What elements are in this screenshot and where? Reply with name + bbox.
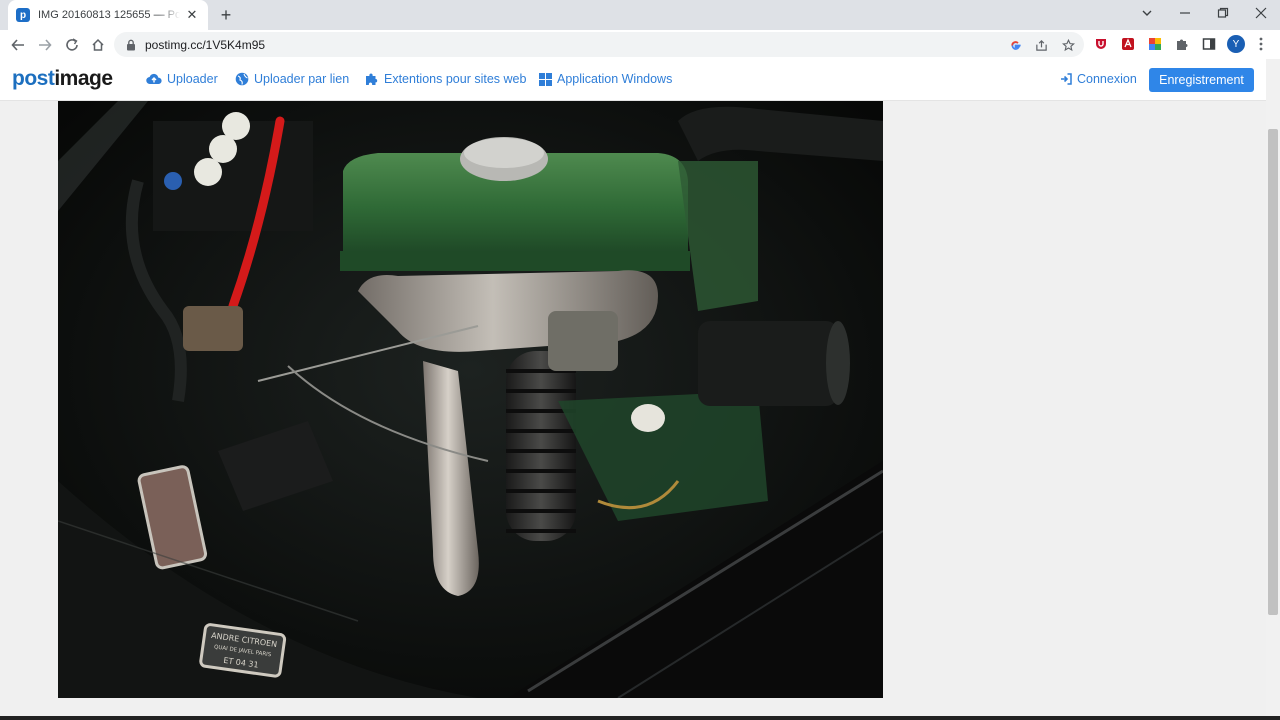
colorful-extension-icon[interactable] xyxy=(1145,34,1165,54)
new-tab-icon[interactable]: + xyxy=(216,5,236,25)
login-link[interactable]: Connexion xyxy=(1060,72,1137,86)
globe-icon xyxy=(235,72,249,86)
tab-strip: p IMG 20160813 125655 — Postimages ✕ + xyxy=(0,0,1280,30)
page-scrollbar[interactable] xyxy=(1266,59,1280,720)
postimage-logo[interactable]: postimage xyxy=(12,67,113,91)
sign-in-icon xyxy=(1061,73,1072,85)
nav-application-windows[interactable]: Application Windows xyxy=(539,72,672,86)
extensions-puzzle-icon[interactable] xyxy=(1172,34,1192,54)
reload-icon[interactable] xyxy=(61,34,83,56)
site-header: postimage Uploader Uploader par lien Ext… xyxy=(0,59,1266,101)
browser-toolbar: postimg.cc/1V5K4m95 Y xyxy=(0,30,1280,59)
engine-bay-photo: ANDRE CITROEN QUAI DE JAVEL PARIS ET 04 … xyxy=(58,101,883,698)
nav-extentions[interactable]: Extentions pour sites web xyxy=(365,72,526,86)
tab-title: IMG 20160813 125655 — Postimages xyxy=(38,9,180,21)
back-icon[interactable] xyxy=(7,34,29,56)
uploaded-image[interactable]: ANDRE CITROEN QUAI DE JAVEL PARIS ET 04 … xyxy=(58,101,883,698)
puzzle-icon xyxy=(366,73,378,85)
side-panel-icon[interactable] xyxy=(1199,34,1219,54)
browser-tab[interactable]: p IMG 20160813 125655 — Postimages ✕ xyxy=(8,0,208,30)
ublock-extension-icon[interactable] xyxy=(1091,34,1111,54)
restore-icon[interactable] xyxy=(1204,0,1242,26)
bookmark-star-icon[interactable] xyxy=(1059,36,1077,54)
menu-kebab-icon[interactable] xyxy=(1251,34,1271,54)
close-window-icon[interactable] xyxy=(1242,0,1280,26)
scrollbar-thumb[interactable] xyxy=(1268,129,1278,615)
lock-icon[interactable] xyxy=(126,38,136,56)
pdf-extension-icon[interactable] xyxy=(1118,34,1138,54)
home-icon[interactable] xyxy=(87,34,109,56)
register-button[interactable]: Enregistrement xyxy=(1149,68,1254,92)
tab-close-icon[interactable]: ✕ xyxy=(184,7,200,23)
google-translate-icon[interactable] xyxy=(1006,36,1024,54)
cloud-upload-icon xyxy=(146,73,162,85)
windows-icon xyxy=(539,72,552,86)
share-icon[interactable] xyxy=(1032,36,1050,54)
profile-avatar[interactable]: Y xyxy=(1226,34,1246,54)
postimage-favicon-icon: p xyxy=(16,8,30,22)
url-text[interactable]: postimg.cc/1V5K4m95 xyxy=(145,38,265,52)
minimize-icon[interactable] xyxy=(1166,0,1204,26)
nav-uploader-par-lien[interactable]: Uploader par lien xyxy=(235,72,349,86)
tab-search-icon[interactable] xyxy=(1128,0,1166,26)
taskbar-edge xyxy=(0,716,1280,720)
page-content: ANDRE CITROEN QUAI DE JAVEL PARIS ET 04 … xyxy=(0,101,1266,720)
nav-uploader[interactable]: Uploader xyxy=(146,72,218,86)
forward-icon[interactable] xyxy=(34,34,56,56)
address-bar[interactable]: postimg.cc/1V5K4m95 xyxy=(114,32,1084,57)
